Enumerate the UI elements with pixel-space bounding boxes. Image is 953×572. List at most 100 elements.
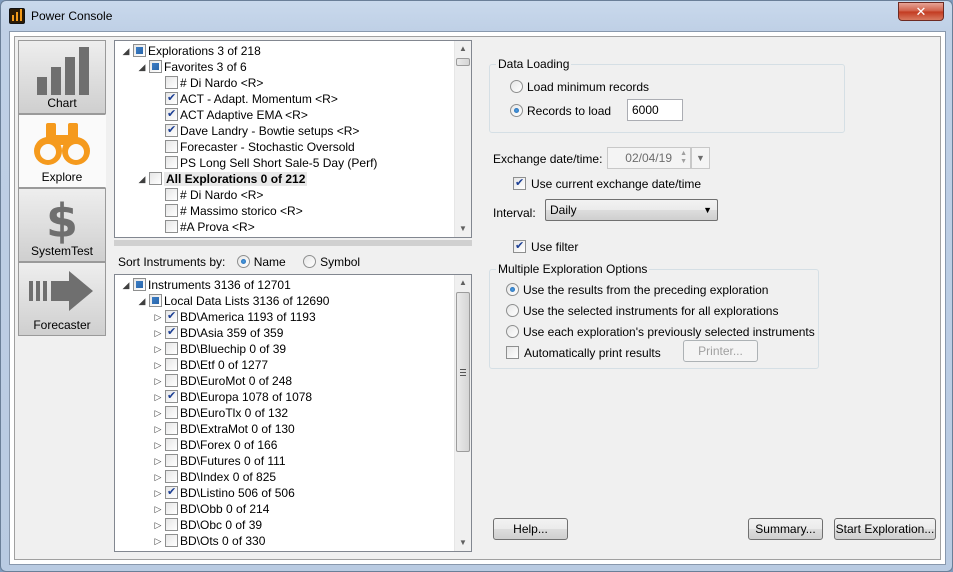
tree-checkbox[interactable] xyxy=(165,156,178,169)
expander-icon[interactable]: ◢ xyxy=(119,43,133,59)
tree-checkbox[interactable] xyxy=(165,388,178,404)
tree-checkbox[interactable] xyxy=(165,438,178,451)
tree-checkbox[interactable] xyxy=(133,44,146,57)
instruments-scrollbar[interactable]: ▲ ▼ xyxy=(454,275,471,551)
close-button[interactable]: ✕ xyxy=(898,2,944,21)
nav-item-chart[interactable]: Chart xyxy=(18,40,106,114)
tree-node[interactable]: ◢ Explorations 3 of 218 xyxy=(119,43,261,59)
tree-node[interactable]: ▷ BD\Etf 0 of 1277 xyxy=(151,357,268,373)
expander-icon[interactable]: ▷ xyxy=(151,325,165,341)
tree-checkbox[interactable] xyxy=(165,324,178,340)
sort-symbol-radio[interactable] xyxy=(303,255,317,268)
tree-node[interactable]: ▷ BD\Europa 1078 of 1078 xyxy=(151,388,313,405)
sort-name-radio[interactable] xyxy=(236,255,250,268)
instruments-tree[interactable]: ◢ Instruments 3136 of 12701 ◢ Local Data Li… xyxy=(114,274,472,552)
load-minimum-option[interactable]: Load minimum records xyxy=(510,79,649,95)
spin-up-icon[interactable]: ▲ xyxy=(680,150,687,157)
scroll-down-icon[interactable]: ▼ xyxy=(455,535,471,551)
scroll-down-icon[interactable]: ▼ xyxy=(455,221,471,237)
tree-node[interactable]: # Massimo storico <R> xyxy=(151,203,303,219)
scroll-thumb[interactable] xyxy=(456,58,470,66)
expander-icon[interactable]: ▷ xyxy=(151,533,165,549)
start-exploration-button[interactable]: Start Exploration... xyxy=(834,518,936,540)
multi-option-preceding[interactable]: Use the results from the preceding explo… xyxy=(506,282,768,298)
tree-node[interactable]: PS Long Sell Short Sale-5 Day (Perf) xyxy=(151,155,377,171)
tree-checkbox[interactable] xyxy=(149,294,162,307)
scroll-thumb[interactable] xyxy=(456,292,470,452)
expander-icon[interactable]: ▷ xyxy=(151,389,165,405)
tree-node[interactable]: ◢ All Explorations 0 of 212 xyxy=(135,171,308,187)
tree-checkbox[interactable] xyxy=(165,518,178,531)
multi-option-selected[interactable]: Use the selected instruments for all exp… xyxy=(506,303,778,319)
expander-icon[interactable]: ▷ xyxy=(151,469,165,485)
tree-checkbox[interactable] xyxy=(165,122,178,138)
multi-previous-radio[interactable] xyxy=(506,325,519,338)
use-current-exchange-checkbox[interactable] xyxy=(513,175,526,191)
use-filter-option[interactable]: Use filter xyxy=(513,238,578,255)
sort-option-name[interactable]: Name xyxy=(236,255,289,269)
tree-node[interactable]: Dave Landry - Bowtie setups <R> xyxy=(151,122,359,139)
nav-item-systemtest[interactable]: $ SystemTest xyxy=(18,188,106,262)
tree-node[interactable]: ACT Adaptive EMA <R> xyxy=(151,106,308,123)
tree-node[interactable]: ▷ BD\Obc 0 of 39 xyxy=(151,517,262,533)
tree-node[interactable]: ▷ BD\America 1193 of 1193 xyxy=(151,308,316,325)
expander-icon[interactable]: ▷ xyxy=(151,437,165,453)
tree-checkbox[interactable] xyxy=(165,470,178,483)
tree-node[interactable]: ▷ BD\Asia 359 of 359 xyxy=(151,324,284,341)
tree-node[interactable]: ▷ BD\ExtraMot 0 of 130 xyxy=(151,421,295,437)
tree-node[interactable]: ◢ Favorites 3 of 6 xyxy=(135,59,247,75)
expander-icon[interactable]: ◢ xyxy=(135,59,149,75)
expander-icon[interactable]: ▷ xyxy=(151,309,165,325)
auto-print-option[interactable]: Automatically print results xyxy=(506,345,661,361)
tree-checkbox[interactable] xyxy=(165,406,178,419)
nav-item-explore[interactable]: Explore xyxy=(18,114,106,188)
expander-icon[interactable]: ▷ xyxy=(151,421,165,437)
scroll-up-icon[interactable]: ▲ xyxy=(455,41,471,57)
tree-checkbox[interactable] xyxy=(165,342,178,355)
tree-checkbox[interactable] xyxy=(165,90,178,106)
tree-node[interactable]: ▷ BD\EuroTlx 0 of 132 xyxy=(151,405,288,421)
tree-node[interactable]: #A Prova <R> xyxy=(151,219,255,235)
multi-option-previous[interactable]: Use each exploration's previously select… xyxy=(506,324,815,340)
multi-preceding-radio[interactable] xyxy=(506,283,519,296)
title-bar[interactable]: Power Console ✕ xyxy=(1,1,952,31)
tree-checkbox[interactable] xyxy=(165,502,178,515)
tree-checkbox[interactable] xyxy=(165,140,178,153)
expander-icon[interactable]: ▷ xyxy=(151,453,165,469)
printer-button[interactable]: Printer... xyxy=(683,340,758,362)
expander-icon[interactable]: ▷ xyxy=(151,405,165,421)
tree-checkbox[interactable] xyxy=(149,60,162,73)
expander-icon[interactable]: ◢ xyxy=(119,277,133,293)
tree-node[interactable]: ▷ BD\Obb 0 of 214 xyxy=(151,501,269,517)
use-current-exchange-option[interactable]: Use current exchange date/time xyxy=(513,175,701,192)
scroll-up-icon[interactable]: ▲ xyxy=(455,275,471,291)
tree-checkbox[interactable] xyxy=(165,76,178,89)
tree-checkbox[interactable] xyxy=(165,358,178,371)
sort-option-symbol[interactable]: Symbol xyxy=(303,255,360,269)
expander-icon[interactable]: ▷ xyxy=(151,501,165,517)
tree-node[interactable]: ▷ BD\Futures 0 of 111 xyxy=(151,453,286,469)
tree-checkbox[interactable] xyxy=(165,454,178,467)
tree-checkbox[interactable] xyxy=(149,172,162,185)
tree-checkbox[interactable] xyxy=(165,106,178,122)
tree-node[interactable]: ACT - Adapt. Momentum <R> xyxy=(151,90,338,107)
tree-checkbox[interactable] xyxy=(165,374,178,387)
tree-checkbox[interactable] xyxy=(165,220,178,233)
exchange-date-input[interactable]: 02/04/19 ▲ ▼ xyxy=(607,147,691,169)
multi-selected-radio[interactable] xyxy=(506,304,519,317)
tree-checkbox[interactable] xyxy=(165,484,178,500)
tree-checkbox[interactable] xyxy=(133,278,146,291)
tree-node[interactable]: # Di Nardo <R> xyxy=(151,187,263,203)
tree-node[interactable]: # Di Nardo <R> xyxy=(151,75,263,91)
expander-icon[interactable]: ▷ xyxy=(151,373,165,389)
tree-checkbox[interactable] xyxy=(165,422,178,435)
nav-item-forecaster[interactable]: Forecaster xyxy=(18,262,106,336)
exchange-date-dropdown[interactable]: ▼ xyxy=(691,147,710,169)
records-to-load-radio[interactable] xyxy=(510,104,523,117)
expander-icon[interactable]: ◢ xyxy=(135,293,149,309)
expander-icon[interactable]: ◢ xyxy=(135,171,149,187)
tree-node[interactable]: ▷ BD\Listino 506 of 506 xyxy=(151,484,295,501)
expander-icon[interactable]: ▷ xyxy=(151,357,165,373)
expander-icon[interactable]: ▷ xyxy=(151,517,165,533)
tree-checkbox[interactable] xyxy=(165,534,178,547)
